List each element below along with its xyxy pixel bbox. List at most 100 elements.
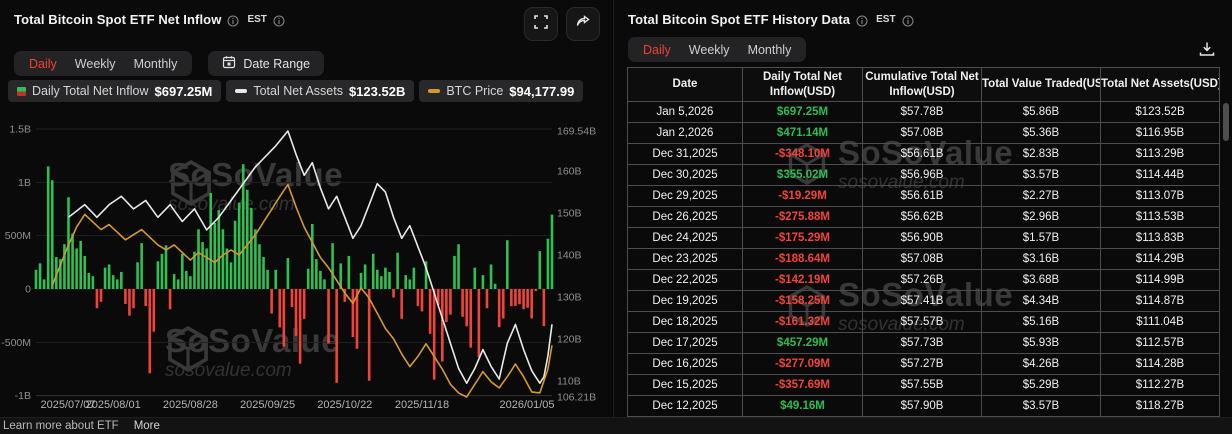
learn-more-link[interactable]: Learn more about ETF	[3, 420, 119, 432]
inflow-bar[interactable]	[453, 256, 456, 289]
inflow-bar[interactable]	[413, 268, 416, 289]
tab-daily[interactable]: Daily	[634, 40, 680, 60]
inflow-bar[interactable]	[368, 289, 371, 381]
inflow-bar[interactable]	[169, 289, 172, 309]
inflow-bar[interactable]	[461, 289, 464, 317]
inflow-bar[interactable]	[380, 276, 383, 289]
inflow-bar[interactable]	[396, 253, 399, 289]
inflow-bar[interactable]	[327, 289, 330, 343]
info-icon[interactable]	[227, 14, 239, 26]
inflow-bar[interactable]	[283, 289, 286, 347]
inflow-bar[interactable]	[104, 268, 107, 289]
inflow-bar[interactable]	[526, 289, 529, 308]
inflow-bar[interactable]	[270, 289, 273, 314]
inflow-bar[interactable]	[311, 224, 314, 289]
tab-weekly[interactable]: Weekly	[66, 54, 125, 74]
inflow-bar[interactable]	[494, 284, 497, 289]
inflow-bar[interactable]	[132, 289, 135, 308]
legend-daily-net-inflow[interactable]: Daily Total Net Inflow $697.25M	[8, 80, 221, 102]
tab-weekly[interactable]: Weekly	[680, 40, 739, 60]
inflow-bar[interactable]	[238, 203, 241, 289]
inflow-bar[interactable]	[205, 248, 208, 289]
legend-total-net-assets[interactable]: Total Net Assets $123.52B	[226, 80, 414, 102]
inflow-bar[interactable]	[88, 273, 91, 289]
inflow-bar[interactable]	[230, 262, 233, 289]
inflow-bar[interactable]	[490, 264, 493, 289]
inflow-bar[interactable]	[360, 273, 363, 289]
inflow-bar[interactable]	[254, 229, 257, 289]
inflow-bar[interactable]	[92, 276, 95, 289]
inflow-bar[interactable]	[79, 241, 82, 289]
inflow-bar[interactable]	[136, 262, 139, 289]
inflow-bar[interactable]	[364, 264, 367, 289]
inflow-bar[interactable]	[197, 229, 200, 289]
inflow-bar[interactable]	[295, 289, 298, 336]
chart-canvas[interactable]: 1.5B1B500M0-500M-1B169.54B160B150B140B13…	[0, 108, 612, 412]
inflow-bar[interactable]	[445, 289, 448, 322]
inflow-bar[interactable]	[222, 229, 225, 289]
inflow-bar[interactable]	[441, 289, 444, 362]
inflow-bar[interactable]	[213, 223, 216, 289]
inflow-bar[interactable]	[551, 215, 554, 289]
inflow-bar[interactable]	[498, 289, 501, 327]
inflow-bar[interactable]	[547, 239, 550, 289]
inflow-bar[interactable]	[478, 289, 481, 357]
inflow-bar[interactable]	[429, 289, 432, 334]
inflow-bar[interactable]	[287, 258, 290, 289]
inflow-bar[interactable]	[486, 289, 489, 308]
inflow-bar[interactable]	[100, 289, 103, 302]
inflow-bar[interactable]	[120, 272, 123, 289]
inflow-bar[interactable]	[534, 289, 537, 291]
inflow-bar[interactable]	[124, 289, 127, 304]
inflow-bar[interactable]	[457, 244, 460, 289]
inflow-bar[interactable]	[291, 289, 294, 307]
inflow-bar[interactable]	[376, 270, 379, 289]
inflow-bar[interactable]	[258, 244, 261, 289]
inflow-bar[interactable]	[96, 289, 99, 308]
inflow-bar[interactable]	[417, 289, 420, 306]
inflow-bar[interactable]	[352, 289, 355, 337]
inflow-bar[interactable]	[482, 275, 485, 289]
inflow-bar[interactable]	[465, 289, 468, 326]
inflow-bar[interactable]	[274, 270, 277, 289]
inflow-bar[interactable]	[421, 289, 424, 311]
inflow-bar[interactable]	[209, 193, 212, 289]
tab-monthly[interactable]: Monthly	[739, 40, 801, 60]
inflow-bar[interactable]	[331, 243, 334, 289]
inflow-bar[interactable]	[506, 240, 509, 289]
inflow-bar[interactable]	[348, 256, 351, 289]
share-button[interactable]	[566, 7, 600, 41]
inflow-bar[interactable]	[323, 279, 326, 289]
inflow-bar[interactable]	[201, 242, 204, 289]
inflow-bar[interactable]	[189, 276, 192, 289]
inflow-bar[interactable]	[392, 289, 395, 298]
date-range-button[interactable]: Date Range	[208, 51, 324, 76]
inflow-bar[interactable]	[218, 210, 221, 289]
inflow-bar[interactable]	[148, 289, 151, 373]
inflow-bar[interactable]	[388, 272, 391, 289]
tab-daily[interactable]: Daily	[20, 54, 66, 74]
inflow-bar[interactable]	[250, 208, 253, 289]
inflow-bar[interactable]	[226, 248, 229, 289]
inflow-bar[interactable]	[153, 289, 156, 332]
inflow-bar[interactable]	[128, 289, 131, 316]
inflow-bar[interactable]	[539, 251, 542, 289]
inflow-bar[interactable]	[51, 180, 54, 289]
inflow-bar[interactable]	[71, 234, 74, 289]
inflow-bar[interactable]	[543, 289, 546, 326]
net-inflow-chart[interactable]: SoSoValuesosovalue.com SoSoValuesosovalu…	[0, 108, 612, 412]
inflow-bar[interactable]	[474, 268, 477, 289]
inflow-bar[interactable]	[408, 279, 411, 289]
inflow-bar[interactable]	[278, 289, 281, 327]
download-button[interactable]	[1198, 40, 1216, 58]
inflow-bar[interactable]	[319, 271, 322, 289]
fullscreen-button[interactable]	[524, 7, 558, 41]
inflow-bar[interactable]	[384, 268, 387, 289]
inflow-bar[interactable]	[262, 257, 265, 289]
info-icon[interactable]	[902, 14, 914, 26]
inflow-bar[interactable]	[75, 248, 78, 289]
inflow-bar[interactable]	[299, 289, 302, 364]
inflow-bar[interactable]	[449, 289, 452, 315]
inflow-bar[interactable]	[307, 269, 310, 289]
inflow-bar[interactable]	[144, 289, 147, 306]
